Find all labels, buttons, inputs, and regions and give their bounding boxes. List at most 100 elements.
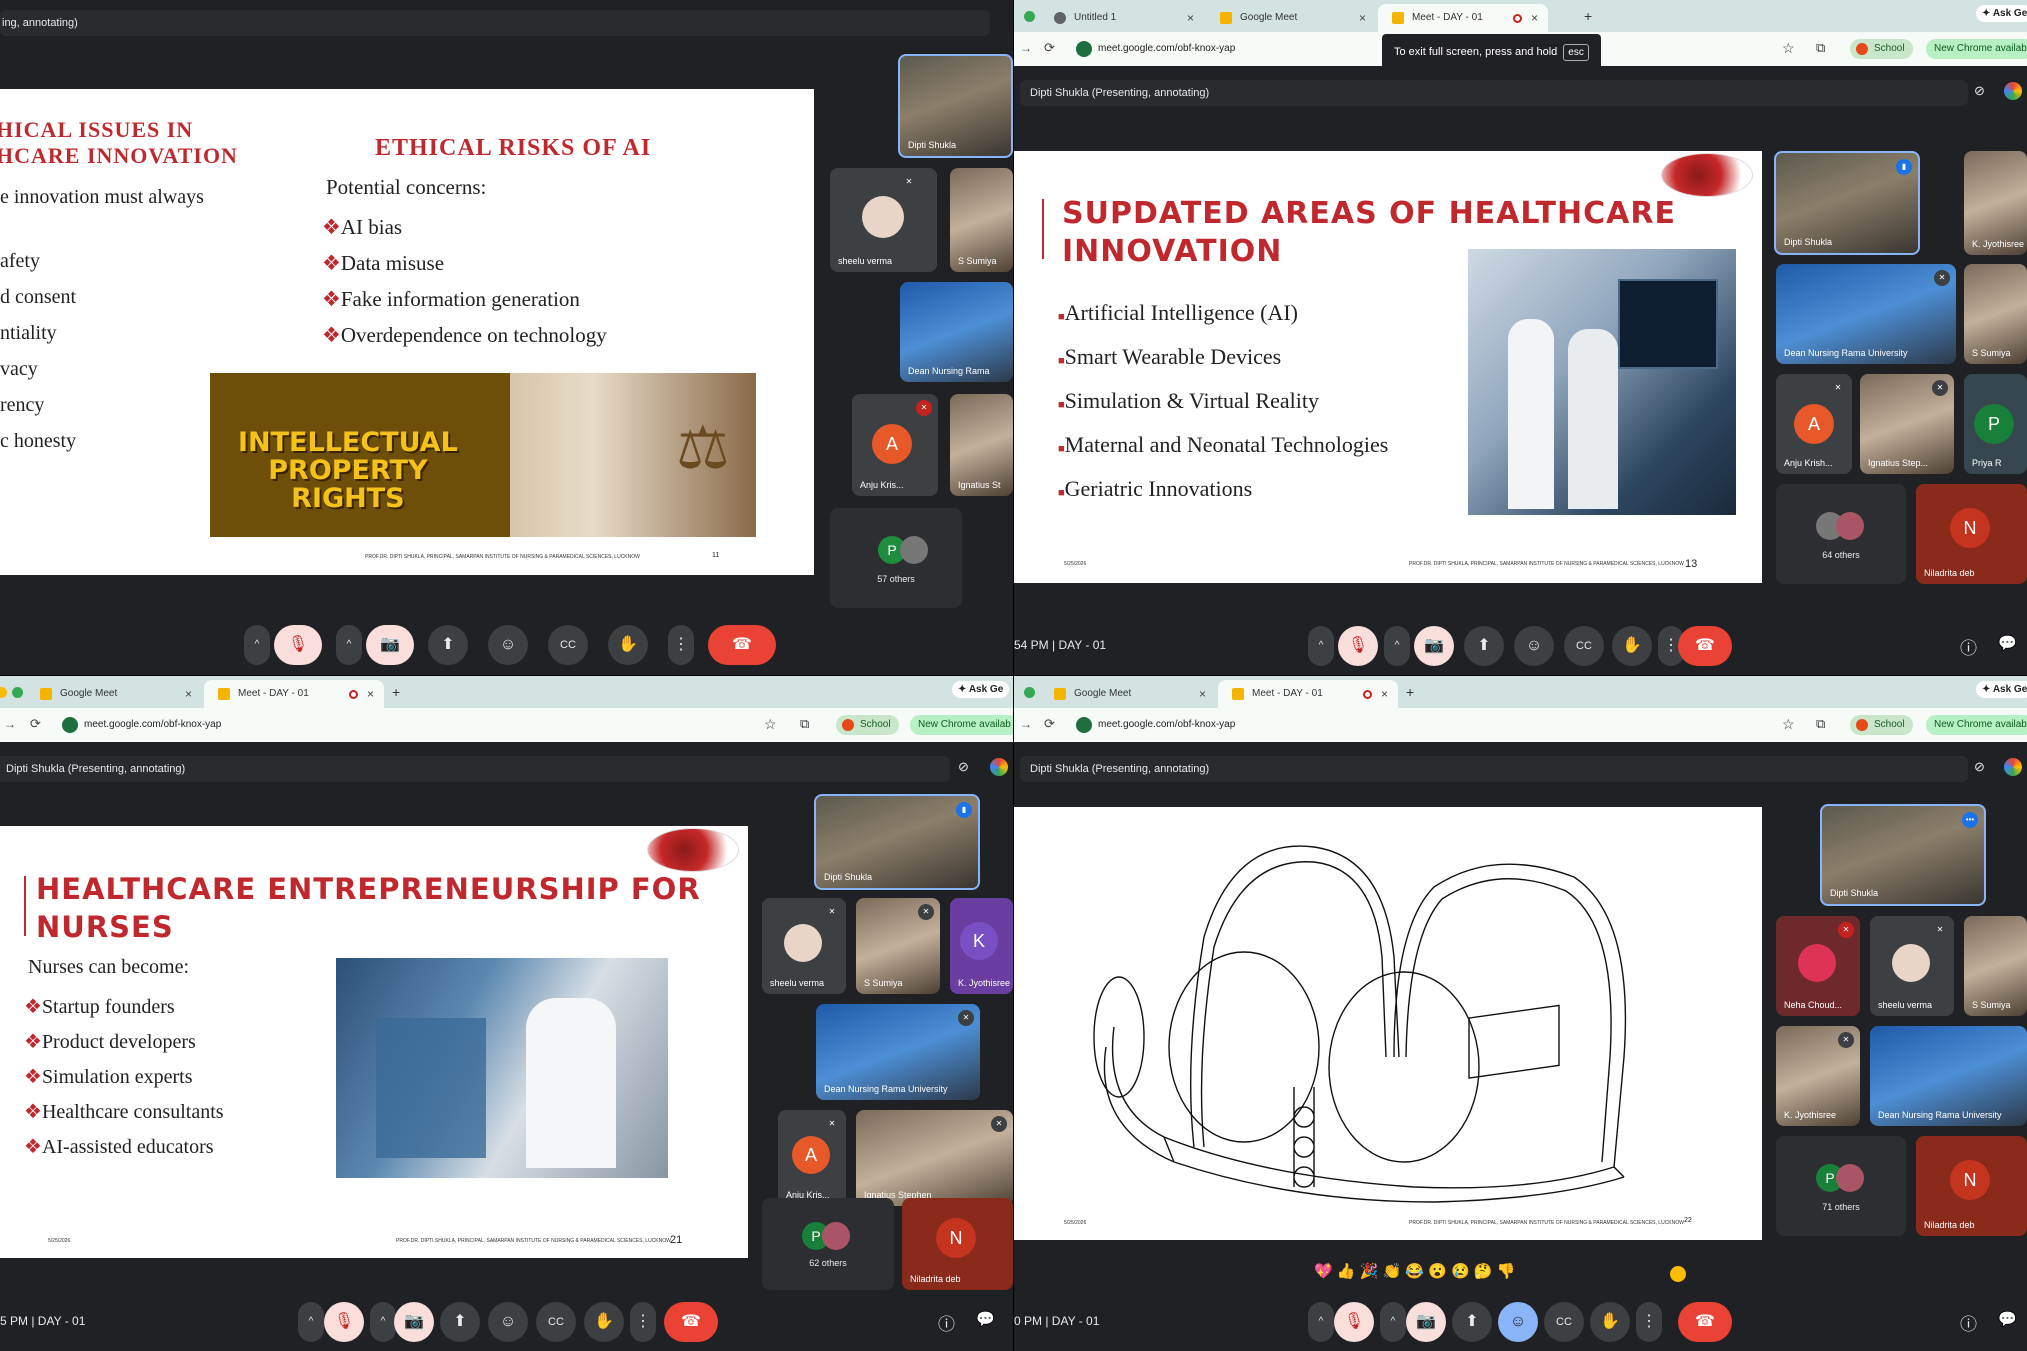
mic-off-button[interactable]: 🎙 [324,1302,364,1342]
participant-tile[interactable]: K K. Jyothisree [950,898,1013,994]
close-icon[interactable]: × [185,687,192,701]
site-info-icon[interactable] [1076,717,1092,733]
chat-icon[interactable]: 💬 [976,1310,995,1328]
others-tile[interactable]: P 71 others [1776,1136,1906,1236]
end-call-button[interactable]: ☎ [1678,626,1732,666]
mic-off-button[interactable]: 🎙 [274,625,322,665]
present-button[interactable]: ⬆ [1452,1302,1492,1342]
forward-icon[interactable]: → [1020,41,1032,55]
ask-gemini-button[interactable]: ✦ Ask Ge [1976,681,2027,698]
activities-icon[interactable] [2004,82,2022,100]
captions-button[interactable]: CC [548,625,588,665]
participant-tile[interactable]: ✕ sheelu verma [1870,916,1954,1016]
raise-hand-button[interactable]: ✋ [608,625,648,665]
participant-tile[interactable]: ••• Dipti Shukla [1820,804,1986,906]
participant-tile[interactable]: ▮ Dipti Shukla [1774,151,1920,255]
tab-google-meet[interactable]: Google Meet × [1040,680,1216,708]
mic-off-button[interactable]: 🎙 [1334,1302,1374,1342]
activities-icon[interactable] [990,758,1008,776]
forward-icon[interactable]: → [4,717,16,731]
end-call-button[interactable]: ☎ [708,625,776,665]
participant-tile[interactable]: Dean Nursing Rama University [1870,1026,2027,1126]
more-options-button[interactable]: ⋮ [668,625,694,665]
url-field[interactable]: meet.google.com/obf-knox-yap [1098,43,1235,54]
mic-options-button[interactable]: ^ [1308,1302,1334,1342]
info-icon[interactable]: ⓘ [938,1310,955,1335]
url-field[interactable]: meet.google.com/obf-knox-yap [1098,719,1235,730]
profile-school-button[interactable]: School [836,715,899,735]
mic-options-button[interactable]: ^ [244,625,270,665]
participant-tile[interactable]: ✕ Dean Nursing Rama University [816,1004,980,1100]
participant-tile[interactable]: S Sumiya [1964,916,2027,1016]
new-chrome-available-button[interactable]: New Chrome availab [1926,39,2027,59]
chat-icon[interactable]: 💬 [1998,634,2017,652]
participant-tile[interactable]: P Priya R [1964,374,2027,474]
bookmark-star-icon[interactable]: ☆ [764,716,777,733]
participant-tile[interactable]: A ✕ Anju Kris... [778,1110,846,1206]
camera-off-icon[interactable]: ⊘ [1974,83,1985,99]
tab-meet-day-01[interactable]: Meet - DAY - 01 × [204,680,384,708]
camera-off-icon[interactable]: ⊘ [958,759,969,775]
present-button[interactable]: ⬆ [440,1302,480,1342]
tab-meet-day-01[interactable]: Meet - DAY - 01 × [1378,4,1548,32]
participant-tile[interactable]: S Sumiya [950,168,1013,272]
participant-tile[interactable]: S Sumiya [1964,264,2027,364]
participant-tile[interactable]: A ✕ Anju Kris... [852,394,938,496]
participant-tile[interactable]: ✕ Dean Nursing Rama University [1776,264,1956,364]
end-call-button[interactable]: ☎ [1678,1302,1732,1342]
more-options-button[interactable]: ⋮ [1636,1302,1662,1342]
window-dot[interactable] [1024,687,1035,698]
emoji-button[interactable]: ☺ [488,1302,528,1342]
participant-tile[interactable]: ✕ S Sumiya [856,898,940,994]
reload-icon[interactable]: ⟳ [1044,716,1055,732]
reload-icon[interactable]: ⟳ [1044,40,1055,56]
site-info-icon[interactable] [62,717,78,733]
present-button[interactable]: ⬆ [1464,626,1504,666]
camera-off-icon[interactable]: ⊘ [1974,759,1985,775]
captions-button[interactable]: CC [1544,1302,1584,1342]
new-tab-button[interactable]: + [1584,8,1592,24]
mic-off-button[interactable]: 🎙 [1338,626,1378,666]
camera-options-button[interactable]: ^ [1380,1302,1406,1342]
participant-tile[interactable]: N Niladrita deb [902,1198,1013,1290]
close-icon[interactable]: × [1531,11,1538,25]
window-dot[interactable] [1024,11,1035,22]
raise-hand-button[interactable]: ✋ [1612,626,1652,666]
emoji-button[interactable]: ☺ [1498,1302,1538,1342]
participant-tile[interactable]: ✕ Ignatius Step... [1860,374,1954,474]
participant-tile[interactable]: N Niladrita deb [1916,1136,2027,1236]
new-tab-button[interactable]: + [1406,684,1414,700]
raise-hand-button[interactable]: ✋ [584,1302,624,1342]
participant-tile[interactable]: ✕ sheelu verma [830,168,937,272]
participant-tile[interactable]: ✕ K. Jyothisree [1776,1026,1860,1126]
site-info-icon[interactable] [1076,41,1092,57]
window-dot[interactable] [12,687,23,698]
others-tile[interactable]: P 62 others [762,1198,894,1290]
camera-options-button[interactable]: ^ [370,1302,396,1342]
camera-options-button[interactable]: ^ [1384,626,1410,666]
close-icon[interactable]: × [1187,11,1194,25]
profile-school-button[interactable]: School [1850,715,1913,735]
camera-off-button[interactable]: 📷 [1406,1302,1446,1342]
camera-off-button[interactable]: 📷 [366,625,414,665]
tab-untitled[interactable]: Untitled 1 × [1040,4,1204,32]
close-icon[interactable]: × [1199,687,1206,701]
participant-tile[interactable]: A ✕ Anju Krish... [1776,374,1852,474]
info-icon[interactable]: ⓘ [1960,634,1977,659]
mic-options-button[interactable]: ^ [298,1302,324,1342]
captions-button[interactable]: CC [536,1302,576,1342]
others-tile[interactable]: 64 others [1776,484,1906,584]
reaction-emoji-bar[interactable]: 💖 👍 🎉 👏 😂 😮 😢 🤔 👎 [1314,1262,1515,1280]
participant-tile[interactable]: Ignatius St [950,394,1013,496]
info-icon[interactable]: ⓘ [1960,1310,1977,1335]
new-chrome-available-button[interactable]: New Chrome availab [910,715,1013,735]
bookmark-star-icon[interactable]: ☆ [1782,716,1795,733]
tab-meet-day-01[interactable]: Meet - DAY - 01 × [1218,680,1398,708]
camera-options-button[interactable]: ^ [336,625,362,665]
participant-tile[interactable]: Dean Nursing Rama [900,282,1013,382]
participant-tile[interactable]: Dipti Shukla [898,54,1013,158]
chat-icon[interactable]: 💬 [1998,1310,2017,1328]
reload-icon[interactable]: ⟳ [30,716,41,732]
cast-icon[interactable]: ⧉ [1816,40,1825,56]
ask-gemini-button[interactable]: ✦ Ask Ge [952,681,1010,698]
